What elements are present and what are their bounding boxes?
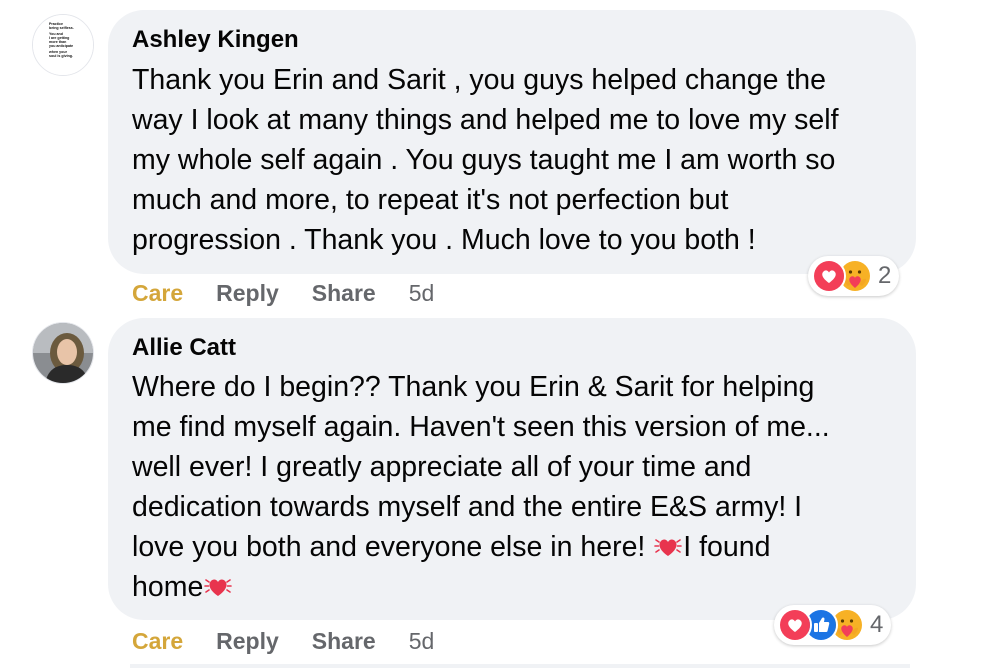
comment-actions: Care Reply Share 5d	[132, 277, 434, 309]
comment-bubble: Allie Catt Where do I begin?? Thank you …	[108, 318, 916, 620]
comment-line-text: I found	[683, 531, 771, 563]
reaction-count: 4	[870, 611, 884, 638]
avatar-quote-line: you anticipate	[49, 44, 73, 48]
love-icon	[778, 608, 812, 642]
comment-line: me find myself again. Haven't seen this …	[132, 411, 830, 443]
comment-line: well ever! I greatly appreciate all of y…	[132, 451, 752, 483]
avatar-quote-line: being selfless.	[49, 26, 74, 30]
avatar-photo	[33, 323, 93, 383]
avatar[interactable]	[32, 322, 94, 384]
reply-button[interactable]: Reply	[216, 280, 279, 307]
reply-button[interactable]: Reply	[216, 628, 279, 655]
author-name[interactable]: Allie Catt	[132, 334, 236, 362]
comment-line-text: home	[132, 571, 204, 603]
comment-line: Where do I begin?? Thank you Erin & Sari…	[132, 371, 815, 403]
share-button[interactable]: Share	[312, 280, 376, 307]
comment-line: Thank you Erin and Sarit , you guys help…	[132, 64, 826, 96]
care-button[interactable]: Care	[132, 628, 183, 655]
beating-heart-icon	[203, 571, 233, 601]
comment-line: my whole self again . You guys taught me…	[132, 144, 836, 176]
reactions-summary[interactable]: 2	[808, 256, 900, 296]
comment-line: way I look at many things and helped me …	[132, 104, 839, 136]
comment-line-text: love you both and everyone else in here!	[132, 531, 654, 563]
comment-line: home	[132, 567, 830, 607]
comment-line: much and more, to repeat it's not perfec…	[132, 184, 729, 216]
comment-text: Thank you Erin and Sarit , you guys help…	[132, 60, 839, 260]
avatar-quote-line: soul is giving.	[49, 54, 73, 58]
comment-line: love you both and everyone else in here!…	[132, 527, 830, 567]
care-button[interactable]: Care	[132, 280, 183, 307]
avatar-quote-image: Practice being selfless. You and I are g…	[33, 15, 93, 75]
author-name[interactable]: Ashley Kingen	[132, 26, 299, 54]
comment-actions: Care Reply Share 5d	[132, 625, 434, 657]
share-button[interactable]: Share	[312, 628, 376, 655]
next-comment-edge	[130, 664, 910, 668]
comment-bubble: Ashley Kingen Thank you Erin and Sarit ,…	[108, 10, 916, 274]
reactions-summary[interactable]: 4	[774, 605, 892, 645]
avatar[interactable]: Practice being selfless. You and I are g…	[32, 14, 94, 76]
comment-text: Where do I begin?? Thank you Erin & Sari…	[132, 367, 830, 607]
timestamp[interactable]: 5d	[409, 280, 435, 307]
comment-line: progression . Thank you . Much love to y…	[132, 224, 756, 256]
comment-line: dedication towards myself and the entire…	[132, 491, 803, 523]
timestamp[interactable]: 5d	[409, 628, 435, 655]
love-icon	[812, 259, 846, 293]
reaction-count: 2	[878, 262, 892, 289]
beating-heart-icon	[653, 531, 683, 561]
